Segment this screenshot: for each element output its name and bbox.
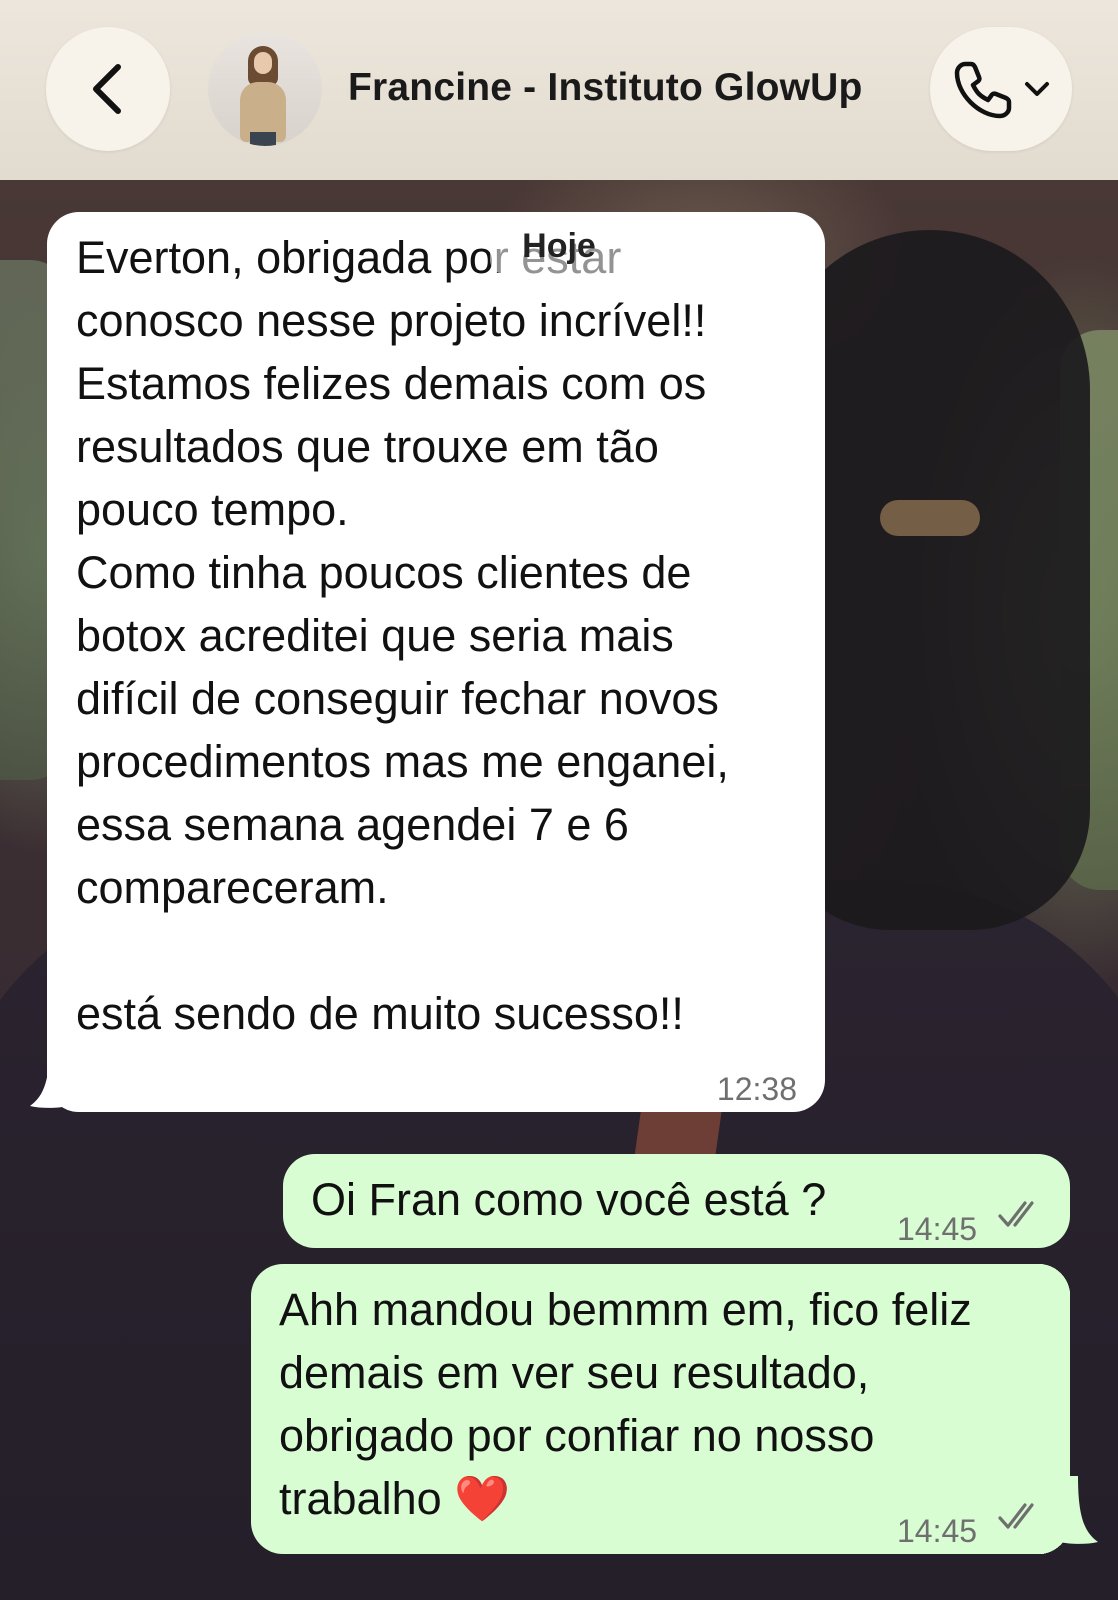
chevron-left-icon xyxy=(93,64,121,114)
message-text: Everton, obrigada por estar conosco ness… xyxy=(76,232,729,1039)
contact-name[interactable]: Francine - Instituto GlowUp xyxy=(348,66,863,112)
phone-icon xyxy=(954,61,1012,119)
call-button[interactable] xyxy=(930,27,1072,151)
message-time: 14:45 xyxy=(897,1211,978,1247)
message-time: 12:38 xyxy=(716,1071,797,1107)
date-separator: Hoje xyxy=(490,218,628,274)
double-check-icon xyxy=(998,1201,1034,1227)
message-time: 14:45 xyxy=(897,1513,978,1549)
message-outgoing[interactable]: Oi Fran como você está ? 14:45 xyxy=(283,1154,1070,1248)
message-incoming[interactable]: Everton, obrigada por estar conosco ness… xyxy=(47,212,825,1112)
double-check-icon xyxy=(998,1503,1034,1529)
contact-avatar[interactable] xyxy=(208,32,322,146)
back-button[interactable] xyxy=(46,27,170,151)
message-outgoing[interactable]: Ahh mandou bemmm em, fico feliz demais e… xyxy=(251,1264,1070,1554)
chat-header: Francine - Instituto GlowUp xyxy=(0,0,1118,180)
message-text: Ahh mandou bemmm em, fico feliz demais e… xyxy=(279,1284,972,1524)
wallpaper-figure-eye xyxy=(880,500,980,536)
chevron-down-icon xyxy=(1025,82,1049,96)
